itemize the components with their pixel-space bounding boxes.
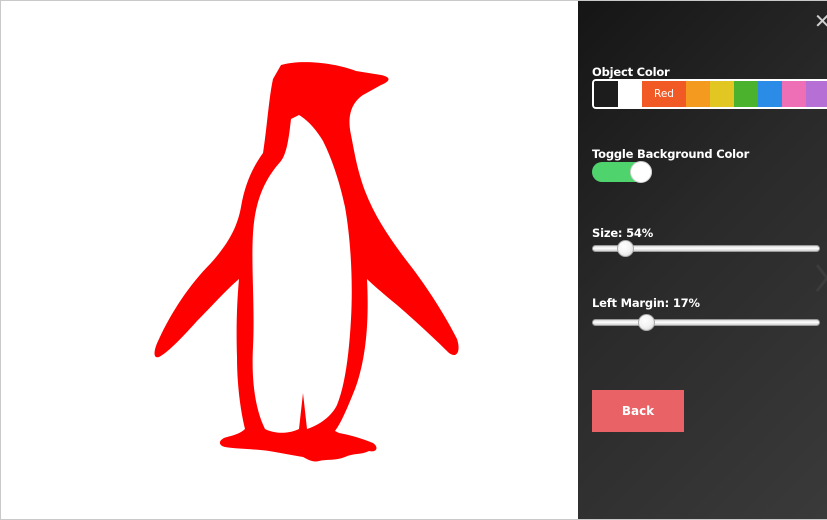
size-slider[interactable] — [592, 239, 820, 259]
slider-thumb[interactable] — [617, 240, 634, 257]
slider-thumb[interactable] — [638, 314, 655, 331]
swatch-purple[interactable] — [806, 81, 827, 107]
swatch-orange[interactable] — [686, 81, 710, 107]
toggle-background-label: Toggle Background Color — [592, 147, 750, 161]
swatch-pink[interactable] — [782, 81, 806, 107]
settings-panel: ✕ Object Color Red Toggle Background Col… — [578, 1, 827, 519]
left-margin-slider[interactable] — [592, 313, 820, 333]
chevron-right-icon[interactable] — [814, 263, 827, 293]
swatch-red[interactable]: Red — [642, 81, 686, 107]
penguin-silhouette — [154, 62, 459, 462]
swatch-black[interactable] — [594, 81, 618, 107]
left-margin-label: Left Margin: 17% — [592, 296, 700, 310]
object-color-swatches: Red — [592, 79, 827, 109]
toggle-knob — [630, 161, 652, 183]
swatch-blue[interactable] — [758, 81, 782, 107]
slider-track — [592, 319, 820, 326]
background-toggle[interactable] — [592, 161, 652, 183]
close-icon[interactable]: ✕ — [814, 9, 827, 33]
swatch-yellow[interactable] — [710, 81, 734, 107]
swatch-green[interactable] — [734, 81, 758, 107]
object-color-label: Object Color — [592, 65, 670, 79]
preview-canvas — [1, 1, 578, 519]
back-button[interactable]: Back — [592, 390, 684, 432]
size-label: Size: 54% — [592, 226, 654, 240]
swatch-white[interactable] — [618, 81, 642, 107]
